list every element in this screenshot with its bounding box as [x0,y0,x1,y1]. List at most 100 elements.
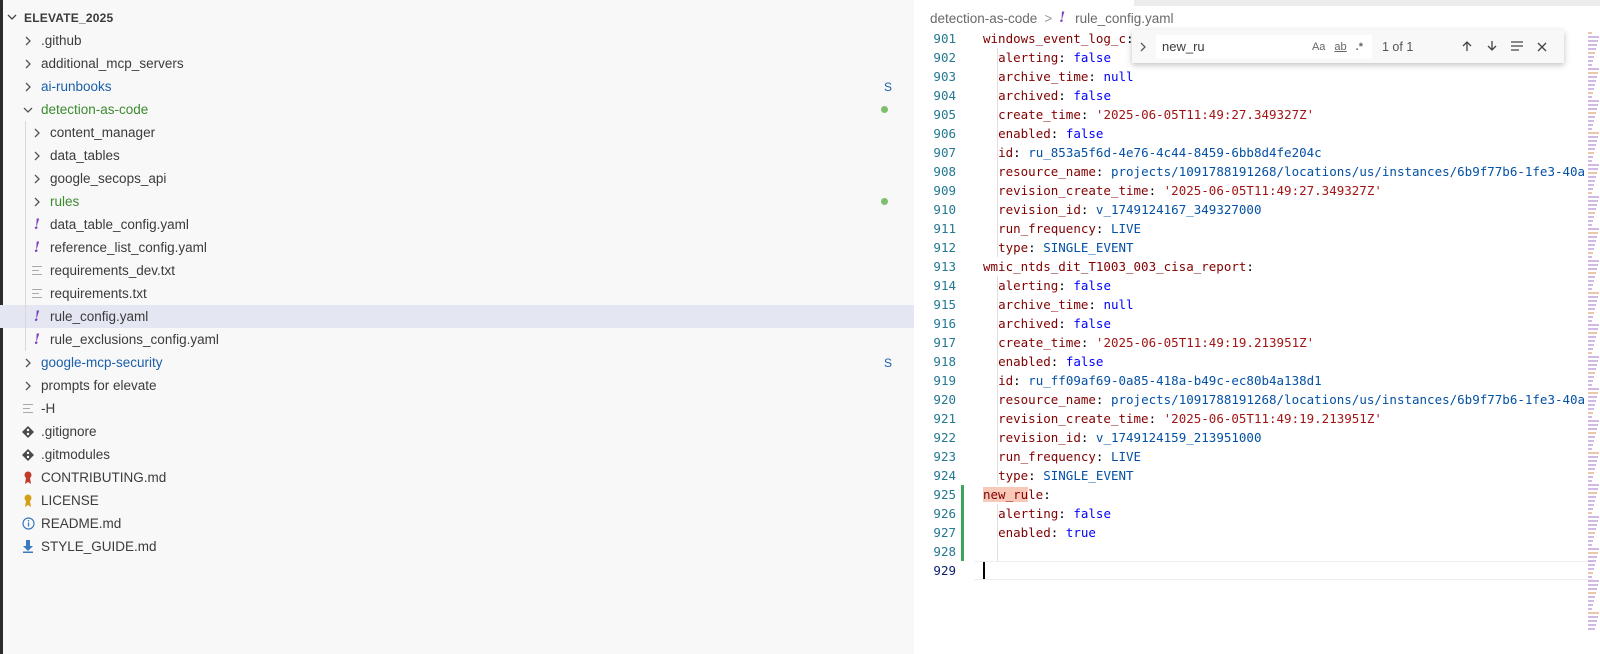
minimap-line [1588,44,1597,46]
find-in-selection-icon[interactable] [1504,39,1529,55]
minimap-line [1588,560,1596,562]
code-line[interactable]: 923 run_frequency: LIVE [914,447,1600,466]
tree-item-google-secops-api[interactable]: google_secops_api [0,167,914,190]
minimap-line [1588,200,1598,202]
minimap-line [1588,300,1597,302]
tree-item-google-mcp-security[interactable]: google-mcp-security S [0,351,914,374]
tree-item-label: LICENSE [41,493,99,508]
code-line[interactable]: 911 run_frequency: LIVE [914,219,1600,238]
tree-item-contributing-md[interactable]: CONTRIBUTING.md [0,466,914,489]
tree-item-data-tables[interactable]: data_tables [0,144,914,167]
tree-item-prompts-for-elevate[interactable]: prompts for elevate [0,374,914,397]
tree-item-gitmodules[interactable]: .gitmodules [0,443,914,466]
code-line[interactable]: 909 revision_create_time: '2025-06-05T11… [914,181,1600,200]
minimap-line [1588,68,1599,70]
explorer-root-folder[interactable]: ELEVATE_2025 [0,6,914,29]
search-match-highlight: new_ru [983,487,1029,502]
match-case-button[interactable]: Aa [1312,41,1325,53]
tree-item-detection-as-code[interactable]: detection-as-code [0,98,914,121]
line-content: wmic_ntds_dit_T1003_003_cisa_report: [983,259,1254,274]
code-line[interactable]: 914 alerting: false [914,276,1600,295]
code-line[interactable]: 903 archive_time: null [914,67,1600,86]
chevron-right-icon[interactable] [1132,39,1154,55]
tree-item-github[interactable]: .github [0,29,914,52]
line-content: revision_create_time: '2025-06-05T11:49:… [998,183,1382,198]
minimap-line [1588,36,1599,38]
tree-item-rule-exclusions-config-yaml[interactable]: ! rule_exclusions_config.yaml [0,328,914,351]
line-number: 928 [933,544,956,559]
line-content: revision_id: v_1749124159_213951000 [998,430,1262,445]
tree-item-label: .gitignore [41,424,97,439]
code-line[interactable]: 918 enabled: false [914,352,1600,371]
code-line[interactable]: 908 resource_name: projects/109178819126… [914,162,1600,181]
regex-button[interactable]: .* [1356,41,1363,53]
tree-item-reference-list-config-yaml[interactable]: ! reference_list_config.yaml [0,236,914,259]
tree-item-content-manager[interactable]: content_manager [0,121,914,144]
code-line[interactable]: 920 resource_name: projects/109178819126… [914,390,1600,409]
code-line[interactable]: 904 archived: false [914,86,1600,105]
tree-item-label: additional_mcp_servers [41,56,184,71]
line-content: id: ru_ff09af69-0a85-418a-b49c-ec80b4a13… [998,373,1322,388]
minimap-line [1588,564,1595,566]
breadcrumb-separator: > [1044,10,1053,26]
code-line[interactable]: 916 archived: false [914,314,1600,333]
tree-item-h[interactable]: -H [0,397,914,420]
tree-item-license[interactable]: LICENSE [0,489,914,512]
download-icon [21,540,35,554]
breadcrumb-file[interactable]: rule_config.yaml [1075,11,1173,26]
line-number: 923 [933,449,956,464]
code-line[interactable]: 919 id: ru_ff09af69-0a85-418a-b49c-ec80b… [914,371,1600,390]
code-line[interactable]: 907 id: ru_853a5f6d-4e76-4c44-8459-6bb8d… [914,143,1600,162]
arrow-up-icon[interactable] [1454,39,1479,55]
code-line[interactable]: 906 enabled: false [914,124,1600,143]
tree-item-readme-md[interactable]: README.md [0,512,914,535]
minimap-line [1588,468,1595,470]
breadcrumb-folder[interactable]: detection-as-code [930,11,1037,26]
code-line[interactable]: 925 new_rule: [914,485,1600,504]
tree-item-requirements-dev-txt[interactable]: requirements_dev.txt [0,259,914,282]
minimap-line [1588,380,1593,382]
code-line[interactable]: 922 revision_id: v_1749124159_213951000 [914,428,1600,447]
close-icon[interactable] [1529,39,1554,55]
code-line[interactable]: 917 create_time: '2025-06-05T11:49:19.21… [914,333,1600,352]
code-line[interactable]: 924 type: SINGLE_EVENT [914,466,1600,485]
arrow-down-icon[interactable] [1479,39,1504,55]
chevron-right-icon [30,172,44,186]
yaml-file-icon: ! [33,216,41,233]
tree-item-style-guide-md[interactable]: STYLE_GUIDE.md [0,535,914,558]
code-line[interactable]: 910 revision_id: v_1749124167_349327000 [914,200,1600,219]
line-content: revision_id: v_1749124167_349327000 [998,202,1262,217]
minimap-line [1588,240,1596,242]
minimap-line [1588,220,1593,222]
tree-item-label: rules [50,194,80,209]
tree-item-additional-mcp-servers[interactable]: additional_mcp_servers [0,52,914,75]
chevron-right-icon [21,379,35,393]
minimap-line [1588,212,1595,214]
code-line[interactable]: 913 wmic_ntds_dit_T1003_003_cisa_report: [914,257,1600,276]
tree-item-rules[interactable]: rules [0,190,914,213]
minimap-line [1588,128,1592,130]
code-line[interactable]: 912 type: SINGLE_EVENT [914,238,1600,257]
minimap-line [1588,448,1592,450]
minimap-line [1588,396,1597,398]
code-line[interactable]: 915 archive_time: null [914,295,1600,314]
code-line[interactable]: 928 [914,542,1600,561]
minimap-line [1588,400,1596,402]
text-cursor [983,562,985,579]
find-input[interactable]: new_ru Aa ab .* [1156,34,1372,59]
code-line[interactable]: 927 enabled: true [914,523,1600,542]
tree-item-gitignore[interactable]: .gitignore [0,420,914,443]
code-line[interactable]: 905 create_time: '2025-06-05T11:49:27.34… [914,105,1600,124]
match-whole-word-button[interactable]: ab [1334,41,1346,53]
code-line[interactable]: 921 revision_create_time: '2025-06-05T11… [914,409,1600,428]
line-content: create_time: '2025-06-05T11:49:19.213951… [998,335,1315,350]
minimap-line [1588,508,1593,510]
tree-item-ai-runbooks[interactable]: ai-runbooks S [0,75,914,98]
line-content: alerting: false [998,278,1111,293]
code-line[interactable]: 929 [914,561,1600,580]
minimap[interactable] [1586,32,1600,654]
code-line[interactable]: 926 alerting: false [914,504,1600,523]
tree-item-data-table-config-yaml[interactable]: ! data_table_config.yaml [0,213,914,236]
tree-item-requirements-txt[interactable]: requirements.txt [0,282,914,305]
tree-item-rule-config-yaml[interactable]: ! rule_config.yaml [0,305,914,328]
